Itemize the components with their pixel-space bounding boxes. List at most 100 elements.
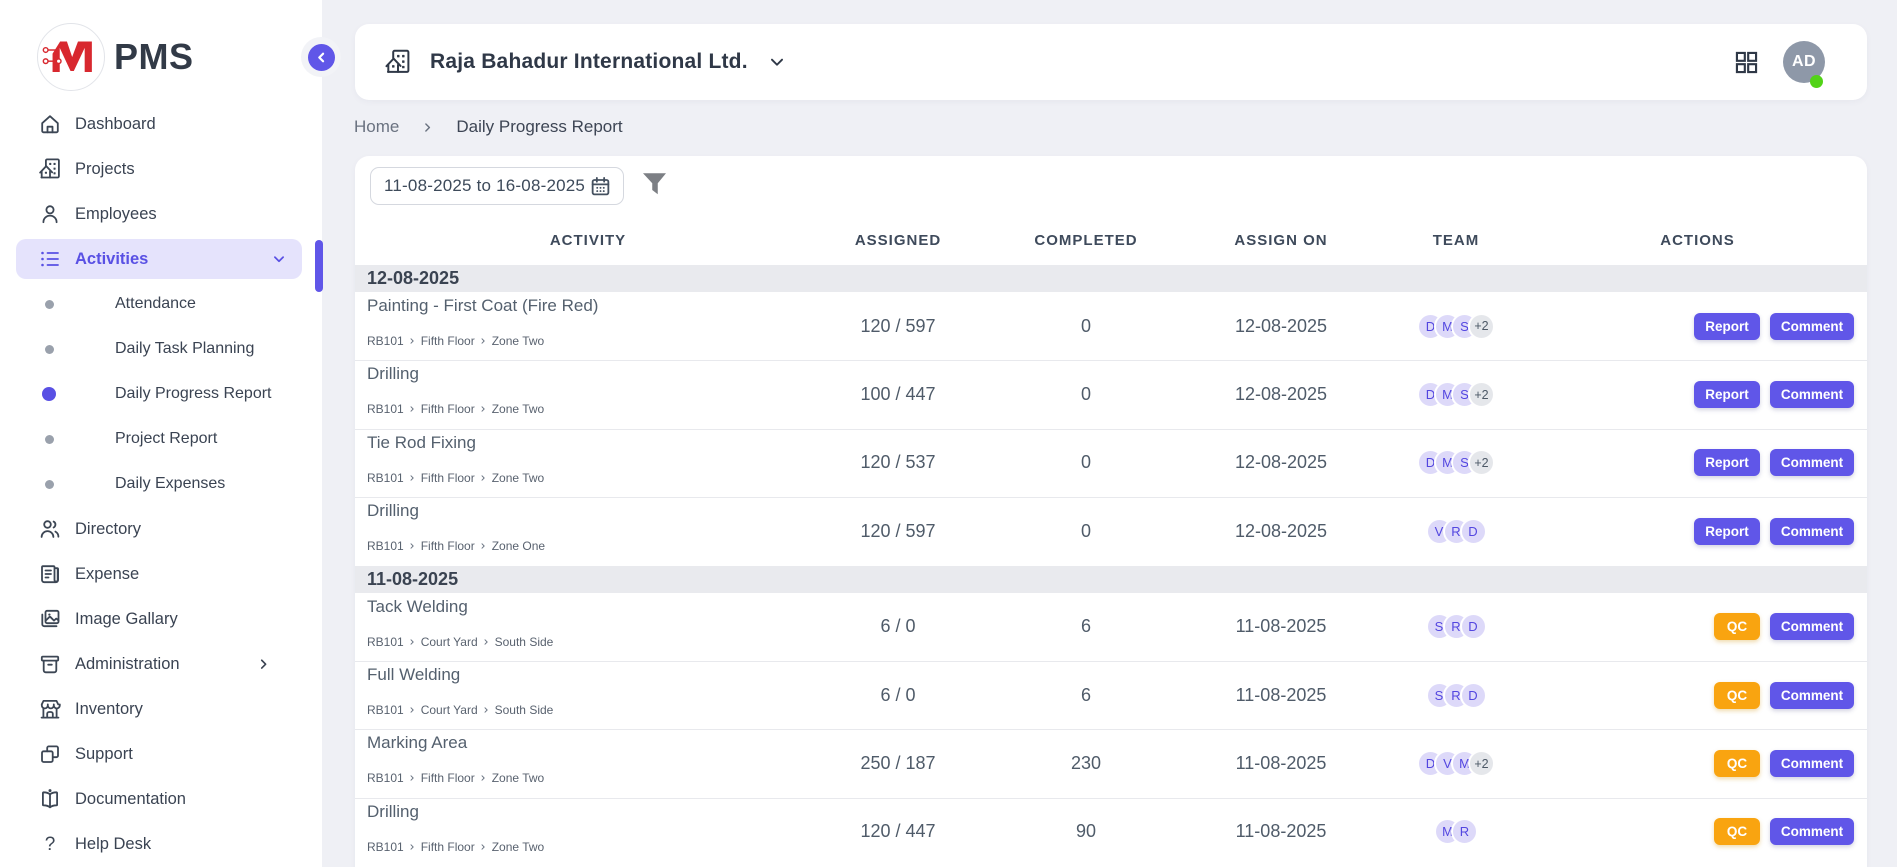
sidebar-item-inventory[interactable]: Inventory [16,689,302,729]
qc-button[interactable]: QC [1714,613,1760,640]
cell-assigned: 120 / 537 [821,452,975,473]
table-row: Marking AreaRB101Fifth FloorZone Two250 … [355,729,1867,797]
sidebar-item-label: Dashboard [75,115,156,134]
activity-location-path: RB101Fifth FloorZone Two [367,334,821,348]
sidebar-item-help-desk[interactable]: ?Help Desk [16,824,302,864]
team-member-chip[interactable]: D [1460,613,1487,640]
team-extra-chip[interactable]: +2 [1468,750,1495,777]
breadcrumb-home[interactable]: Home [354,117,399,137]
topbar: Raja Bahadur International Ltd. AD [355,24,1867,100]
team-member-chip[interactable]: D [1460,518,1487,545]
news-icon [38,562,62,586]
cell-assign-on: 11-08-2025 [1197,685,1365,706]
column-header-assigned: ASSIGNED [821,232,975,249]
filter-funnel-icon[interactable] [639,168,670,198]
comment-button[interactable]: Comment [1770,313,1854,340]
sidebar-item-directory[interactable]: Directory [16,509,302,549]
path-chevron-icon [408,706,416,714]
table-row: Full WeldingRB101Court YardSouth Side6 /… [355,661,1867,729]
report-button[interactable]: Report [1694,381,1760,408]
bullet-dot-icon [45,480,54,489]
m-logo-icon [38,23,104,91]
archive-icon [38,652,62,676]
sidebar-item-image-gallary[interactable]: Image Gallary [16,599,302,639]
table-row: Painting - First Coat (Fire Red)RB101Fif… [355,292,1867,360]
activity-title: Drilling [367,801,821,823]
cell-activity: Tie Rod FixingRB101Fifth FloorZone Two [355,429,821,485]
qc-button[interactable]: QC [1714,818,1760,845]
sidebar-item-label: Administration [75,655,180,674]
path-segment: RB101 [367,471,404,485]
list-icon [38,247,62,271]
cell-assigned: 6 / 0 [821,685,975,706]
apps-grid-icon[interactable] [1733,49,1760,76]
cell-actions: QC Comment [1547,818,1867,845]
team-extra-chip[interactable]: +2 [1468,313,1495,340]
sidebar-item-activities[interactable]: Activities [16,239,302,279]
sidebar-collapse-button[interactable] [308,44,335,71]
sidebar-item-documentation[interactable]: Documentation [16,779,302,819]
sidebar-subitem-project-report[interactable]: Project Report [16,419,302,459]
table-row: DrillingRB101Fifth FloorZone Two100 / 44… [355,360,1867,428]
content-card: 11-08-2025 to 16-08-2025 ACTIVITYASSIGN [355,156,1867,867]
sidebar-item-employees[interactable]: Employees [16,194,302,234]
path-segment: Fifth Floor [421,840,475,854]
sidebar-item-dashboard[interactable]: Dashboard [16,104,302,144]
comment-button[interactable]: Comment [1770,613,1854,640]
sidebar-subitem-daily-progress-report[interactable]: Daily Progress Report [16,374,302,414]
sidebar-item-label: Employees [75,205,157,224]
cell-completed: 6 [975,685,1197,706]
sidebar-subitem-daily-task-planning[interactable]: Daily Task Planning [16,329,302,369]
activity-location-path: RB101Fifth FloorZone Two [367,840,821,854]
sidebar-subitem-daily-expenses[interactable]: Daily Expenses [16,464,302,504]
company-selector[interactable]: Raja Bahadur International Ltd. [355,48,788,76]
sidebar-item-expense[interactable]: Expense [16,554,302,594]
path-chevron-icon [408,774,416,782]
sidebar-item-label: Image Gallary [75,610,178,629]
sidebar-item-projects[interactable]: Projects [16,149,302,189]
report-button[interactable]: Report [1694,449,1760,476]
date-range-input[interactable]: 11-08-2025 to 16-08-2025 [370,167,624,205]
comment-button[interactable]: Comment [1770,682,1854,709]
path-segment: RB101 [367,771,404,785]
team-extra-chip[interactable]: +2 [1468,381,1495,408]
path-chevron-icon [408,474,416,482]
sidebar-item-support[interactable]: Support [16,734,302,774]
brand-name: PMS [114,36,194,78]
sidebar-item-administration[interactable]: Administration [16,644,302,684]
cell-team: DMS+2 [1365,449,1547,476]
comment-button[interactable]: Comment [1770,449,1854,476]
report-button[interactable]: Report [1694,518,1760,545]
team-member-chip[interactable]: D [1460,682,1487,709]
path-segment: RB101 [367,402,404,416]
cell-team: DMS+2 [1365,313,1547,340]
user-icon [38,202,62,226]
path-segment: Zone Two [492,471,544,485]
copy-icon [38,742,62,766]
table-row: Tie Rod FixingRB101Fifth FloorZone Two12… [355,429,1867,497]
qc-button[interactable]: QC [1714,682,1760,709]
brand-logo[interactable] [37,23,105,91]
path-segment: Zone Two [492,334,544,348]
path-chevron-icon [408,843,416,851]
path-chevron-icon [482,638,490,646]
team-extra-chip[interactable]: +2 [1468,449,1495,476]
chevron-down-icon [766,51,788,73]
comment-button[interactable]: Comment [1770,750,1854,777]
sidebar-item-label: Help Desk [75,835,151,854]
cell-completed: 230 [975,753,1197,774]
chevron-left-icon [314,50,329,65]
cell-activity: Drilling RB101Fifth FloorZone Two [355,798,821,854]
cell-team: DMS+2 [1365,381,1547,408]
report-button[interactable]: Report [1694,313,1760,340]
building-icon [384,48,412,76]
qc-button[interactable]: QC [1714,750,1760,777]
sidebar-subitem-attendance[interactable]: Attendance [16,284,302,324]
comment-button[interactable]: Comment [1770,818,1854,845]
sidebar-subitem-label: Project Report [115,430,217,448]
date-range-value: 11-08-2025 to 16-08-2025 [384,176,585,196]
team-member-chip[interactable]: R [1451,818,1478,845]
comment-button[interactable]: Comment [1770,518,1854,545]
comment-button[interactable]: Comment [1770,381,1854,408]
activity-location-path: RB101Court YardSouth Side [367,635,821,649]
